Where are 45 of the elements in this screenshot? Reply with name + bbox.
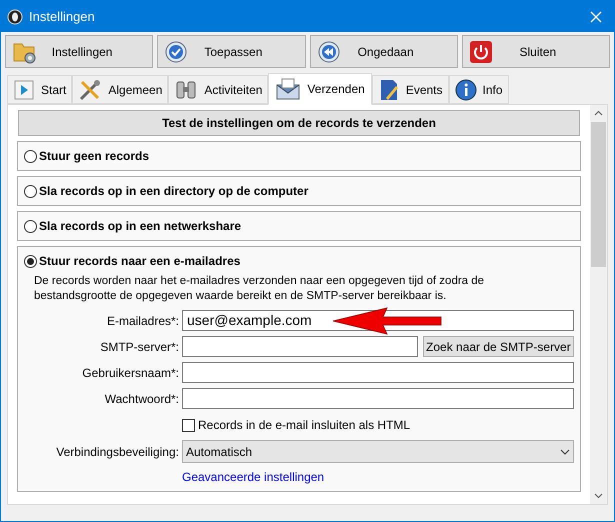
tab[interactable]: Verzenden: [268, 73, 372, 105]
toolbar-button[interactable]: Instellingen: [5, 35, 154, 68]
play-icon: [13, 78, 35, 100]
toolbar-button[interactable]: Toepassen: [157, 35, 306, 68]
option-label[interactable]: Stuur records naar een e-mailadres: [39, 252, 240, 270]
text-field[interactable]: [182, 388, 574, 409]
power-icon: [468, 40, 493, 64]
text-field[interactable]: [182, 362, 574, 383]
field-label: Wachtwoord*:: [104, 390, 179, 408]
security-dropdown[interactable]: Automatisch: [182, 440, 574, 463]
radio-button[interactable]: [24, 254, 37, 268]
tab[interactable]: Events: [372, 75, 448, 104]
radio-button[interactable]: [24, 184, 37, 198]
rewind-icon: [316, 40, 340, 64]
radio-button[interactable]: [24, 220, 37, 232]
field-label: Verbindingsbeveiliging:: [55, 444, 179, 460]
chevron-down-icon: [560, 448, 570, 454]
option-label[interactable]: Sla records op in een directory op de computer: [39, 182, 308, 200]
scrollbar[interactable]: [590, 105, 607, 504]
advanced-settings-link[interactable]: Geavanceerde instellingen: [182, 468, 324, 486]
checkbox[interactable]: [182, 418, 195, 432]
field-label: SMTP-server*:: [99, 338, 179, 356]
info-icon: [454, 78, 476, 100]
toolbar-button[interactable]: Ongedaan: [310, 35, 458, 68]
tab[interactable]: Start: [7, 75, 72, 104]
field-label: E-mailadres*:: [106, 312, 179, 330]
checkbox-label[interactable]: Records in de e-mail insluiten als HTML: [198, 416, 410, 434]
test-button[interactable]: Test de instellingen om de records te verzenden: [18, 110, 580, 136]
tab[interactable]: Activiteiten: [168, 75, 268, 104]
option-label[interactable]: Stuur geen records: [39, 147, 150, 165]
app-logo-icon: [7, 8, 23, 24]
radio-button[interactable]: [24, 150, 37, 162]
text-field[interactable]: [182, 336, 418, 357]
window-title: Instellingen: [29, 8, 95, 26]
tab[interactable]: Info: [448, 75, 509, 104]
close-icon[interactable]: [590, 10, 602, 22]
check-icon: [164, 40, 188, 64]
search-server-button[interactable]: Zoek naar de SMTP-server: [422, 336, 574, 357]
toolbar-button[interactable]: Sluiten: [462, 35, 610, 68]
envelope-icon: [275, 77, 302, 101]
tab[interactable]: Algemeen: [72, 75, 168, 104]
tools-icon: [78, 78, 102, 102]
field-label: Gebruikersnaam*:: [81, 364, 179, 382]
description-text: De records worden naar het e-mailadres verzonden naar een opgegeven tijd of zodra de bestandsgrootte de opgegeven waarde bereikt en de SMTP-server bereikbaar is.: [34, 274, 486, 304]
option-label[interactable]: Sla records op in een netwerkshare: [39, 217, 242, 235]
